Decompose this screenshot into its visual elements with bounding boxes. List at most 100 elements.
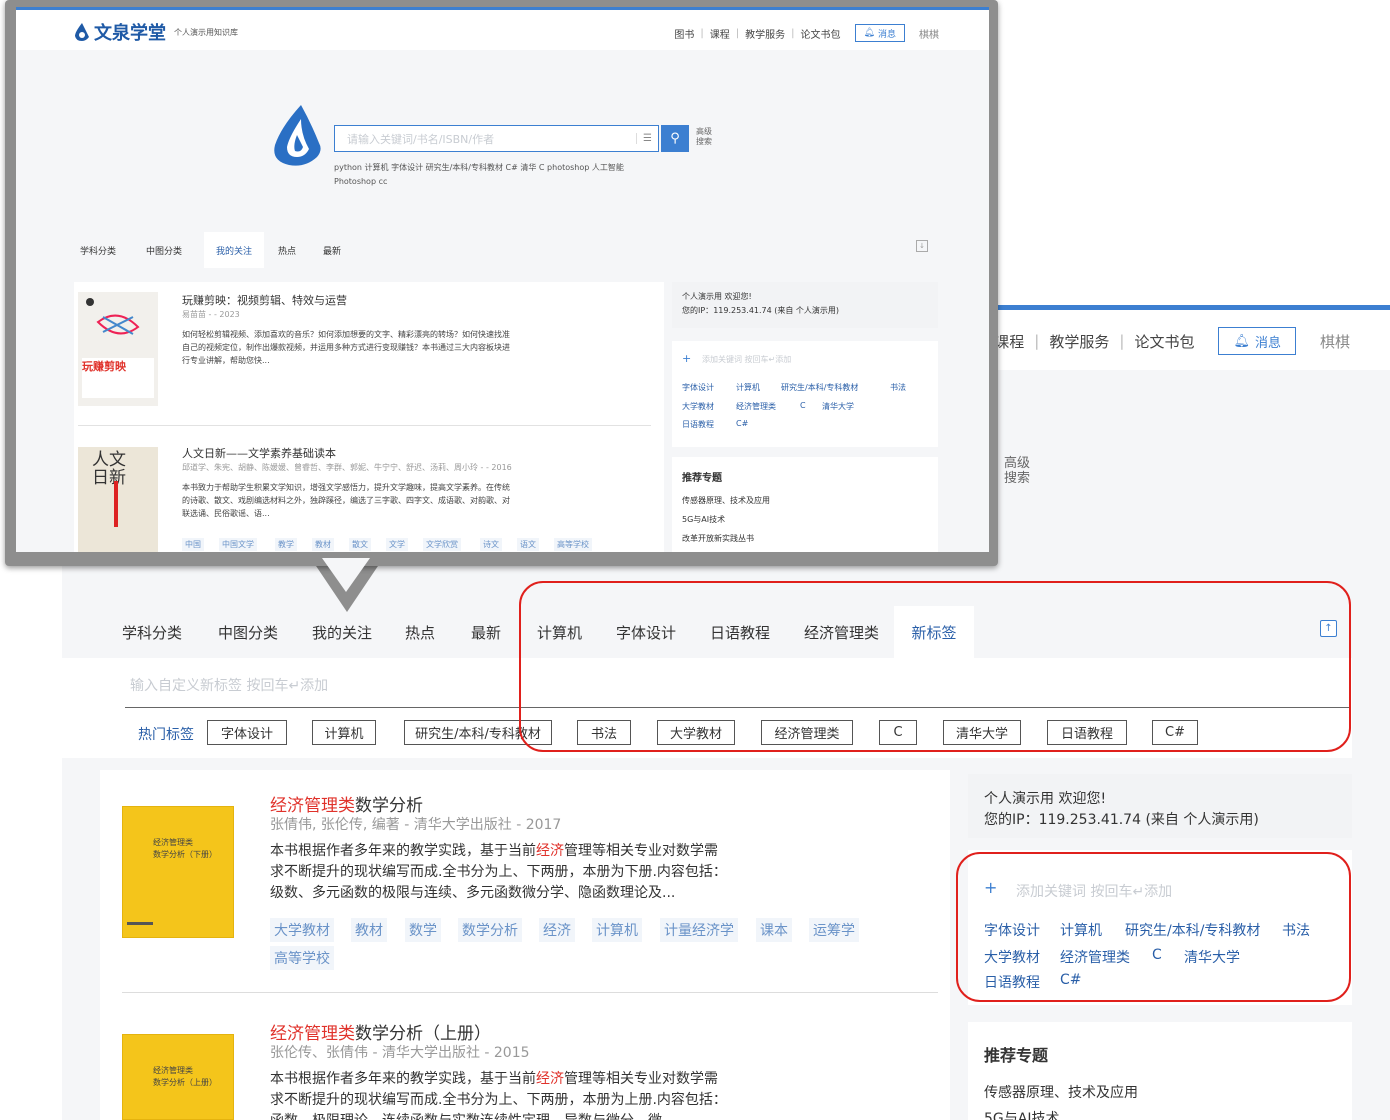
keyword-link[interactable]: 清华大学 bbox=[822, 401, 854, 412]
book-tag[interactable]: 教学 bbox=[275, 538, 297, 551]
add-keyword-input[interactable]: 添加关键词 按回车↵添加 bbox=[702, 354, 791, 365]
user-name[interactable]: 棋棋 bbox=[919, 26, 939, 41]
logo[interactable]: 文泉学堂 个人演示用知识库 bbox=[74, 19, 238, 45]
nav-item-teaching[interactable]: 教学服务 bbox=[1049, 331, 1109, 352]
list-divider bbox=[78, 425, 651, 426]
quick-keywords-line[interactable]: python 计算机 字体设计 研究生/本科/专科教材 C# 清华 C phot… bbox=[334, 161, 664, 175]
tab-follow[interactable]: 我的关注 bbox=[204, 232, 264, 268]
keyword-link[interactable]: 字体设计 bbox=[682, 382, 714, 393]
book-tag[interactable]: 运筹学 bbox=[809, 918, 859, 942]
book-meta: 易苗苗 - - 2023 bbox=[182, 310, 240, 319]
tab-subject[interactable]: 学科分类 bbox=[122, 622, 182, 643]
book-description: 本书致力于帮助学生积累文学知识，增强文学感悟力，提升文学趣味，提高文学素养。在传… bbox=[182, 483, 510, 518]
topic-link[interactable]: 传感器原理、技术及应用 bbox=[682, 495, 770, 506]
book-tag[interactable]: 课本 bbox=[756, 918, 792, 942]
keyword-link[interactable]: 日语教程 bbox=[682, 419, 714, 430]
book-tag[interactable]: 中国文学 bbox=[219, 538, 257, 551]
quick-keywords: python 计算机 字体设计 研究生/本科/专科教材 C# 清华 C phot… bbox=[334, 161, 664, 189]
advanced-search-link[interactable]: 高级搜索 bbox=[696, 127, 716, 147]
book-title[interactable]: 人文日新——文学素养基础读本 bbox=[182, 445, 336, 461]
nav-item-papers[interactable]: 论文书包 bbox=[801, 26, 841, 41]
search-placeholder: 请输入关键词/书名/ISBN/作者 bbox=[347, 132, 495, 146]
plus-icon[interactable]: + bbox=[682, 352, 691, 365]
advanced-search-link[interactable]: 高级搜索 bbox=[1004, 456, 1034, 486]
cover-decoration bbox=[127, 922, 153, 925]
book-tag[interactable]: 数学分析 bbox=[458, 918, 522, 942]
top-nav: | 课程 | 教学服务 | 论文书包 🔔︎ 消息 棋棋 bbox=[969, 327, 1350, 355]
book-tag[interactable]: 高等学校 bbox=[270, 946, 334, 970]
book-cover[interactable] bbox=[78, 292, 158, 406]
book-tag[interactable]: 大学教材 bbox=[270, 918, 334, 942]
book-tag[interactable]: 文学 bbox=[386, 538, 408, 551]
quick-keywords-line[interactable]: Photoshop cc bbox=[334, 175, 664, 189]
book-tag[interactable]: 经济 bbox=[539, 918, 575, 942]
book-tag[interactable]: 散文 bbox=[349, 538, 371, 551]
book-meta: 张倩伟, 张伦传, 编著 - 清华大学出版社 - 2017 bbox=[270, 817, 562, 833]
search-icon: ⚲ bbox=[670, 131, 680, 146]
tab-latest[interactable]: 最新 bbox=[471, 622, 501, 643]
welcome-box: 个人演示用 欢迎您! 您的IP：119.253.41.74 (来自 个人演示用) bbox=[672, 282, 938, 328]
book-tag[interactable]: 文学欣赏 bbox=[423, 538, 461, 551]
bell-icon: 🔔︎ bbox=[1233, 333, 1250, 349]
topic-link[interactable]: 改革开放新实践丛书 bbox=[682, 533, 754, 544]
tab-clc[interactable]: 中图分类 bbox=[146, 244, 182, 257]
book-tag[interactable]: 教材 bbox=[351, 918, 387, 942]
keyword-link[interactable]: 大学教材 bbox=[682, 401, 714, 412]
search-button[interactable]: ⚲ bbox=[661, 125, 689, 152]
title-highlight: 经济管理类 bbox=[270, 1024, 355, 1044]
book-tag[interactable]: 中国 bbox=[182, 538, 204, 551]
nav-item-books[interactable]: 图书 bbox=[674, 26, 694, 41]
desc-text: 本书根据作者多年来的教学实践，基于当前 bbox=[270, 843, 536, 859]
topic-link[interactable]: 传感器原理、技术及应用 bbox=[984, 1082, 1138, 1102]
expand-icon[interactable]: ↓ bbox=[916, 240, 928, 252]
book-cover[interactable]: 经济管理类 数学分析（下册） bbox=[122, 806, 234, 938]
nav-item-courses[interactable]: 课程 bbox=[994, 331, 1024, 352]
topic-link[interactable]: 5G与AI技术 bbox=[682, 514, 725, 525]
nav-separator: | bbox=[791, 27, 795, 39]
book-cover[interactable]: 人文日新 bbox=[78, 447, 158, 552]
keyword-link[interactable]: 经济管理类 bbox=[736, 401, 776, 412]
messages-label: 消息 bbox=[877, 29, 896, 40]
tab-hot[interactable]: 热点 bbox=[278, 244, 296, 257]
book-cover[interactable]: 经济管理类 数学分析（上册） bbox=[122, 1034, 234, 1120]
tab-latest[interactable]: 最新 bbox=[323, 244, 341, 257]
book-tag[interactable]: 计量经济学 bbox=[660, 918, 738, 942]
book-title[interactable]: 经济管理类数学分析（上册） bbox=[270, 1019, 491, 1044]
book-tag[interactable]: 诗文 bbox=[480, 538, 502, 551]
keyword-link[interactable]: 研究生/本科/专科教材 bbox=[781, 382, 858, 393]
brand-name: 文泉学堂 bbox=[94, 23, 166, 44]
nav-item-teaching[interactable]: 教学服务 bbox=[745, 26, 785, 41]
nav-separator: | bbox=[1119, 332, 1125, 350]
book-tag[interactable]: 高等学校 bbox=[554, 538, 592, 551]
book-title[interactable]: 玩赚剪映：视频剪辑、特效与运营 bbox=[182, 292, 347, 308]
messages-button[interactable]: 🔔︎ 消息 bbox=[1218, 327, 1296, 355]
search-input[interactable]: 请输入关键词/书名/ISBN/作者 ☰ bbox=[334, 125, 659, 152]
hot-tag-chip[interactable]: 计算机 bbox=[312, 720, 376, 745]
list-search-icon[interactable]: ☰ bbox=[636, 133, 658, 144]
messages-button[interactable]: 🔔︎ 消息 bbox=[854, 24, 905, 42]
book-title[interactable]: 经济管理类数学分析 bbox=[270, 791, 423, 816]
book-tag[interactable]: 计算机 bbox=[592, 918, 642, 942]
tab-follow[interactable]: 我的关注 bbox=[312, 622, 372, 643]
welcome-box: 个人演示用 欢迎您! 您的IP：119.253.41.74 (来自 个人演示用) bbox=[968, 774, 1352, 838]
user-name[interactable]: 棋棋 bbox=[1320, 331, 1350, 352]
topic-link[interactable]: 5G与AI技术 bbox=[984, 1108, 1059, 1120]
book-tag[interactable]: 教材 bbox=[312, 538, 334, 551]
welcome-user: 个人演示用 bbox=[984, 791, 1054, 807]
keyword-link[interactable]: C bbox=[800, 401, 806, 410]
book-tag[interactable]: 数学 bbox=[405, 918, 441, 942]
tab-hot[interactable]: 热点 bbox=[405, 622, 435, 643]
title-text: 数学分析（上册） bbox=[355, 1024, 491, 1044]
list-divider bbox=[122, 992, 938, 993]
tab-subject[interactable]: 学科分类 bbox=[80, 244, 116, 257]
nav-item-papers[interactable]: 论文书包 bbox=[1134, 331, 1194, 352]
tab-clc[interactable]: 中图分类 bbox=[218, 622, 278, 643]
nav-item-courses[interactable]: 课程 bbox=[710, 26, 730, 41]
custom-tag-input[interactable]: 输入自定义新标签 按回车↵添加 bbox=[130, 675, 328, 695]
book-tag[interactable]: 语文 bbox=[517, 538, 539, 551]
logo-icon bbox=[75, 23, 89, 41]
keyword-link[interactable]: 书法 bbox=[890, 382, 906, 393]
keyword-link[interactable]: C# bbox=[736, 419, 748, 428]
hot-tag-chip[interactable]: 字体设计 bbox=[207, 720, 287, 745]
keyword-link[interactable]: 计算机 bbox=[736, 382, 760, 393]
